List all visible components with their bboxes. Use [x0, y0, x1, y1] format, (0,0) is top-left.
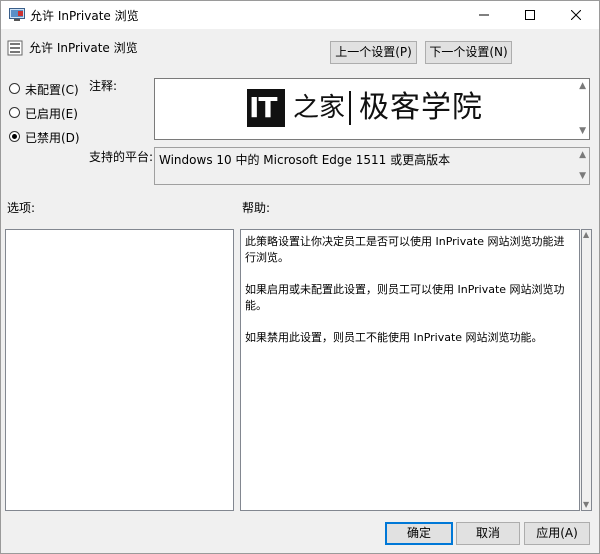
- policy-setting-icon: [7, 40, 23, 56]
- scroll-up-icon[interactable]: ▲: [583, 231, 589, 239]
- close-button[interactable]: [553, 1, 599, 29]
- radio-label: 已启用(E): [25, 107, 78, 121]
- options-panel: [5, 229, 234, 511]
- help-scrollbar[interactable]: ▲ ▼: [581, 229, 592, 511]
- comment-label: 注释:: [89, 79, 118, 93]
- help-text: 此策略设置让你决定员工是否可以使用 InPrivate 网站浏览功能进行浏览。 …: [245, 234, 571, 362]
- policy-dialog: 允许 InPrivate 浏览 允许 InPrivate 浏览 上一个设置(P)…: [0, 0, 600, 554]
- radio-label: 已禁用(D): [25, 131, 80, 145]
- watermark-separator: [349, 91, 351, 125]
- radio-circle-selected[interactable]: [9, 131, 20, 142]
- policy-name: 允许 InPrivate 浏览: [29, 41, 138, 55]
- maximize-icon: [525, 10, 535, 20]
- help-label: 帮助:: [242, 201, 271, 215]
- maximize-button[interactable]: [507, 1, 553, 29]
- supported-on-value: Windows 10 中的 Microsoft Edge 1511 或更高版本: [159, 153, 451, 167]
- radio-circle[interactable]: [9, 83, 20, 94]
- supported-on-box: Windows 10 中的 Microsoft Edge 1511 或更高版本 …: [154, 147, 590, 185]
- watermark-it-block: IT: [247, 89, 285, 127]
- radio-selected-dot: [12, 134, 17, 139]
- help-paragraph: 如果启用或未配置此设置，则员工可以使用 InPrivate 网站浏览功能。: [245, 283, 565, 312]
- minimize-icon: [479, 14, 489, 16]
- window-title: 允许 InPrivate 浏览: [30, 9, 139, 23]
- radio-label: 未配置(C): [25, 83, 79, 97]
- ok-button[interactable]: 确定: [385, 522, 453, 545]
- supported-on-label: 支持的平台:: [89, 150, 154, 164]
- radio-circle[interactable]: [9, 107, 20, 118]
- options-label: 选项:: [7, 201, 36, 215]
- help-paragraph: 如果禁用此设置，则员工不能使用 InPrivate 网站浏览功能。: [245, 331, 543, 344]
- help-paragraph: 此策略设置让你决定员工是否可以使用 InPrivate 网站浏览功能进行浏览。: [245, 235, 565, 264]
- scroll-up-icon[interactable]: ▲: [579, 151, 586, 160]
- scroll-up-icon[interactable]: ▲: [579, 82, 586, 91]
- scroll-down-icon[interactable]: ▼: [579, 127, 586, 136]
- next-setting-button[interactable]: 下一个设置(N): [425, 41, 512, 64]
- help-panel: 此策略设置让你决定员工是否可以使用 InPrivate 网站浏览功能进行浏览。 …: [240, 229, 580, 511]
- group-policy-app-icon: [9, 8, 25, 21]
- apply-button[interactable]: 应用(A): [524, 522, 590, 545]
- title-bar: 允许 InPrivate 浏览: [1, 1, 599, 29]
- watermark-it-text: IT: [249, 91, 278, 124]
- watermark-glyph: 之家: [293, 93, 346, 123]
- scroll-down-icon[interactable]: ▼: [579, 172, 586, 181]
- watermark-text: 极客学院: [359, 90, 483, 125]
- previous-setting-button[interactable]: 上一个设置(P): [330, 41, 417, 64]
- comment-textarea[interactable]: IT 之家 极客学院 ▲ ▼: [154, 78, 590, 140]
- minimize-button[interactable]: [461, 1, 507, 29]
- cancel-button[interactable]: 取消: [456, 522, 520, 545]
- close-icon: [570, 9, 582, 21]
- scroll-down-icon[interactable]: ▼: [583, 501, 589, 509]
